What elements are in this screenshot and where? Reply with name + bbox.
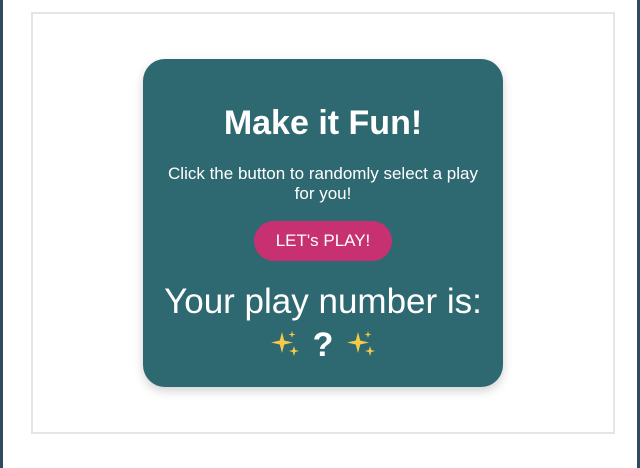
- sparkles-icon: [347, 331, 376, 356]
- card-subtitle: Click the button to randomly select a pl…: [168, 164, 478, 203]
- result-display: ?: [143, 323, 503, 367]
- result-label: Your play number is:: [164, 282, 482, 321]
- play-number-value: ?: [312, 326, 334, 364]
- card-title: Make it Fun!: [223, 104, 423, 142]
- play-card: Make it Fun! Click the button to randoml…: [143, 59, 503, 387]
- sparkles-icon: [270, 331, 299, 356]
- lets-play-button[interactable]: LET's PLAY!: [254, 221, 392, 261]
- page-frame: Make it Fun! Click the button to randoml…: [0, 0, 640, 468]
